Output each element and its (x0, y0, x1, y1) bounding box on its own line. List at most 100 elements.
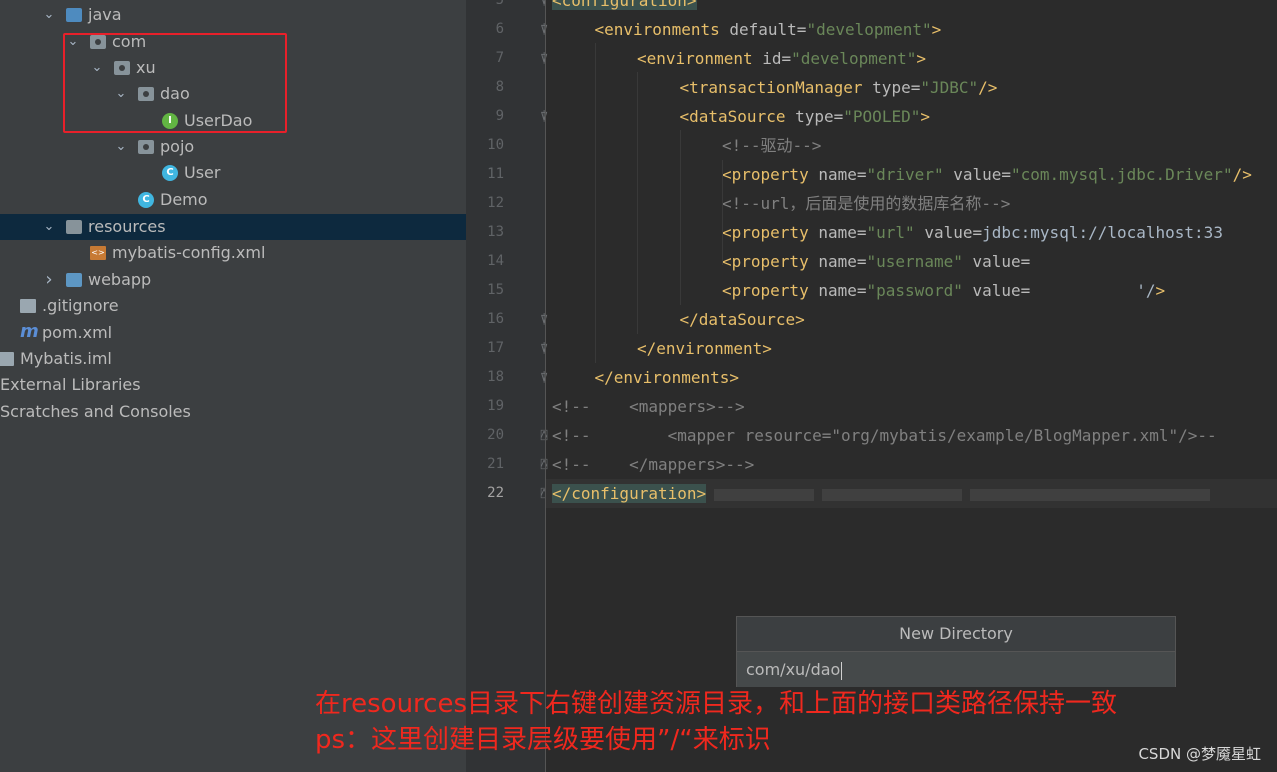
tree-item-label: Demo (160, 190, 208, 209)
fold-marker-icon[interactable]: ⍓ (538, 429, 550, 443)
tree-item-label: webapp (88, 270, 152, 289)
tree-item-label: Scratches and Consoles (0, 402, 191, 421)
tree-item-demo[interactable]: C Demo (0, 187, 466, 213)
watermark: CSDN @梦魇星虹 (1138, 745, 1261, 763)
code-line[interactable]: <configuration> (552, 0, 697, 15)
annotation-line-2: ps：这里创建目录层级要使用”/“来标识 (315, 725, 771, 755)
line-number: 9 (495, 108, 504, 124)
chevron-down-icon[interactable]: ⌄ (114, 134, 128, 160)
dialog-title: New Directory (737, 617, 1175, 652)
code-line[interactable]: <transactionManager type="JDBC"/> (680, 73, 998, 102)
iml-file-icon (0, 352, 14, 366)
code-line[interactable]: <dataSource type="POOLED"> (680, 102, 930, 131)
project-tool-window: ⌄ java ⌄ com ⌄ xu ⌄ dao I UserDao ⌄ pojo C User C Demo ⌄… (0, 0, 466, 772)
code-line[interactable]: <property name="url" value=jdbc:mysql://… (722, 218, 1223, 247)
code-line[interactable]: <environment id="development"> (637, 44, 926, 73)
fold-marker-icon[interactable]: ⍒ (538, 342, 550, 356)
code-line[interactable]: <!--驱动--> (722, 131, 821, 160)
text-caret (841, 661, 843, 680)
line-number: 16 (487, 311, 504, 327)
line-number: 14 (487, 253, 504, 269)
package-icon (138, 140, 154, 154)
line-number: 7 (495, 50, 504, 66)
tree-item-mybatis-iml[interactable]: Mybatis.iml (0, 346, 466, 372)
line-number: 12 (487, 195, 504, 211)
chevron-down-icon[interactable]: ⌄ (42, 2, 56, 28)
code-line[interactable]: <!-- <mappers>--> (552, 392, 745, 421)
fold-marker-icon[interactable]: ⍒ (538, 0, 550, 8)
tree-item-label: pojo (160, 137, 195, 156)
tree-item-external-libraries[interactable]: External Libraries (0, 372, 466, 398)
code-line[interactable]: </environment> (637, 334, 772, 363)
line-number: 21 (487, 456, 504, 472)
code-line[interactable]: <property name="password" value= '/> (722, 276, 1165, 305)
code-line[interactable]: <!--url，后面是使用的数据库名称--> (722, 189, 1010, 218)
line-number: 15 (487, 282, 504, 298)
fold-marker-icon[interactable]: ⍒ (538, 23, 550, 37)
code-line[interactable]: <!-- <mapper resource="org/mybatis/examp… (552, 421, 1217, 450)
tree-item-gitignore[interactable]: .gitignore (0, 293, 466, 319)
indent-guide (680, 130, 681, 305)
fold-marker-icon[interactable]: ⍒ (538, 371, 550, 385)
line-number: 11 (487, 166, 504, 182)
indent-guide (637, 72, 638, 334)
chevron-down-icon[interactable]: ⌄ (42, 214, 56, 240)
gitignore-icon (20, 299, 36, 313)
tree-item-user[interactable]: C User (0, 160, 466, 186)
class-icon: C (138, 192, 154, 208)
line-number: 18 (487, 369, 504, 385)
tree-item-label: External Libraries (0, 375, 141, 394)
tree-item-label: .gitignore (42, 296, 119, 315)
code-line[interactable]: <!-- </mappers>--> (552, 450, 754, 479)
fold-marker-icon[interactable]: ⍒ (538, 313, 550, 327)
directory-name-value: com/xu/dao (746, 660, 841, 679)
line-number: 20 (487, 427, 504, 443)
indent-guide (722, 160, 723, 265)
code-line[interactable]: <environments default="development"> (595, 15, 942, 44)
line-number: 17 (487, 340, 504, 356)
tree-item-label: User (184, 163, 221, 182)
annotation-highlight-box (63, 33, 287, 133)
directory-name-input[interactable]: com/xu/dao (737, 652, 1175, 687)
annotation-line-1: 在resources目录下右键创建资源目录，和上面的接口类路径保持一致 (315, 689, 1118, 719)
resources-folder-icon (66, 220, 82, 234)
xml-file-icon: <> (90, 246, 106, 260)
fold-marker-icon[interactable]: ⍒ (538, 110, 550, 124)
tree-item-webapp[interactable]: › webapp (0, 267, 466, 293)
fold-marker-icon[interactable]: ⍒ (538, 52, 550, 66)
tree-item-label: mybatis-config.xml (112, 243, 266, 262)
tree-item-mybatis-config-xml[interactable]: <> mybatis-config.xml (0, 240, 466, 266)
new-directory-dialog: New Directory com/xu/dao (736, 616, 1176, 687)
tree-item-pojo[interactable]: ⌄ pojo (0, 134, 466, 160)
tree-item-label: Mybatis.iml (20, 349, 112, 368)
web-folder-icon (66, 273, 82, 287)
tree-item-scratches-and-consoles[interactable]: Scratches and Consoles (0, 399, 466, 425)
line-number: 8 (495, 79, 504, 95)
code-line[interactable]: <property name="driver" value="com.mysql… (722, 160, 1252, 189)
line-number: 10 (487, 137, 504, 153)
editor-gutter: 5 ⍒ 6 ⍒ 7 ⍒ 8 9 ⍒ 10 11 12 13 14 15 16 ⍒ 17 ⍒ 18 ⍒ 19 20 ⍓ 21 ⍓ 22… (466, 0, 547, 772)
code-line[interactable]: <property name="username" value= (722, 247, 1030, 276)
source-folder-icon (66, 8, 82, 22)
tree-item-label: resources (88, 217, 166, 236)
indent-guide (595, 43, 596, 363)
fold-marker-icon[interactable]: ⍓ (538, 458, 550, 472)
annotation-text: 在resources目录下右键创建资源目录，和上面的接口类路径保持一致 ps：这… (315, 686, 1117, 758)
line-number: 13 (487, 224, 504, 240)
code-line[interactable]: </environments> (595, 363, 740, 392)
tree-item-resources[interactable]: ⌄ resources (0, 214, 466, 240)
tree-item-pom-xml[interactable]: m pom.xml (0, 320, 466, 346)
chevron-right-icon[interactable]: › (42, 267, 56, 293)
code-line[interactable]: </configuration> (546, 479, 1277, 508)
line-number: 5 (495, 0, 504, 8)
line-number: 19 (487, 398, 504, 414)
maven-icon: m (20, 321, 39, 342)
class-icon: C (162, 165, 178, 181)
line-number: 22 (487, 485, 504, 501)
code-line[interactable]: </dataSource> (680, 305, 805, 334)
tree-item-label: pom.xml (42, 323, 113, 342)
tree-item-java[interactable]: ⌄ java (0, 2, 466, 28)
gutter-separator (545, 0, 546, 772)
tree-item-label: java (88, 5, 122, 24)
line-number: 6 (495, 21, 504, 37)
